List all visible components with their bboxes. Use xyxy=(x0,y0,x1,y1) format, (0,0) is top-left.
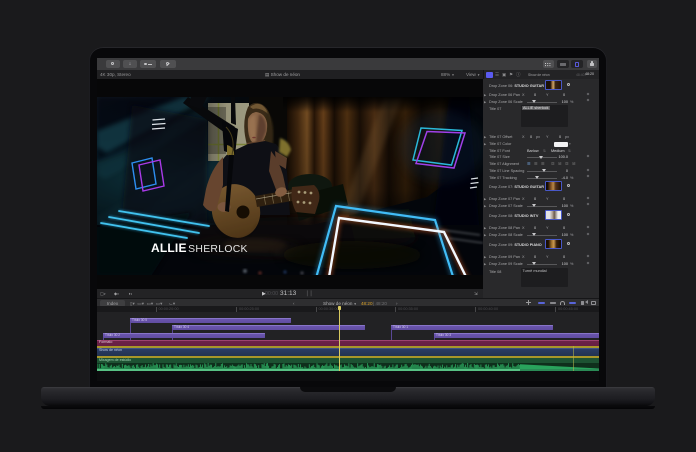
svg-text:ALLIESHERLOCK: ALLIESHERLOCK xyxy=(151,241,248,255)
